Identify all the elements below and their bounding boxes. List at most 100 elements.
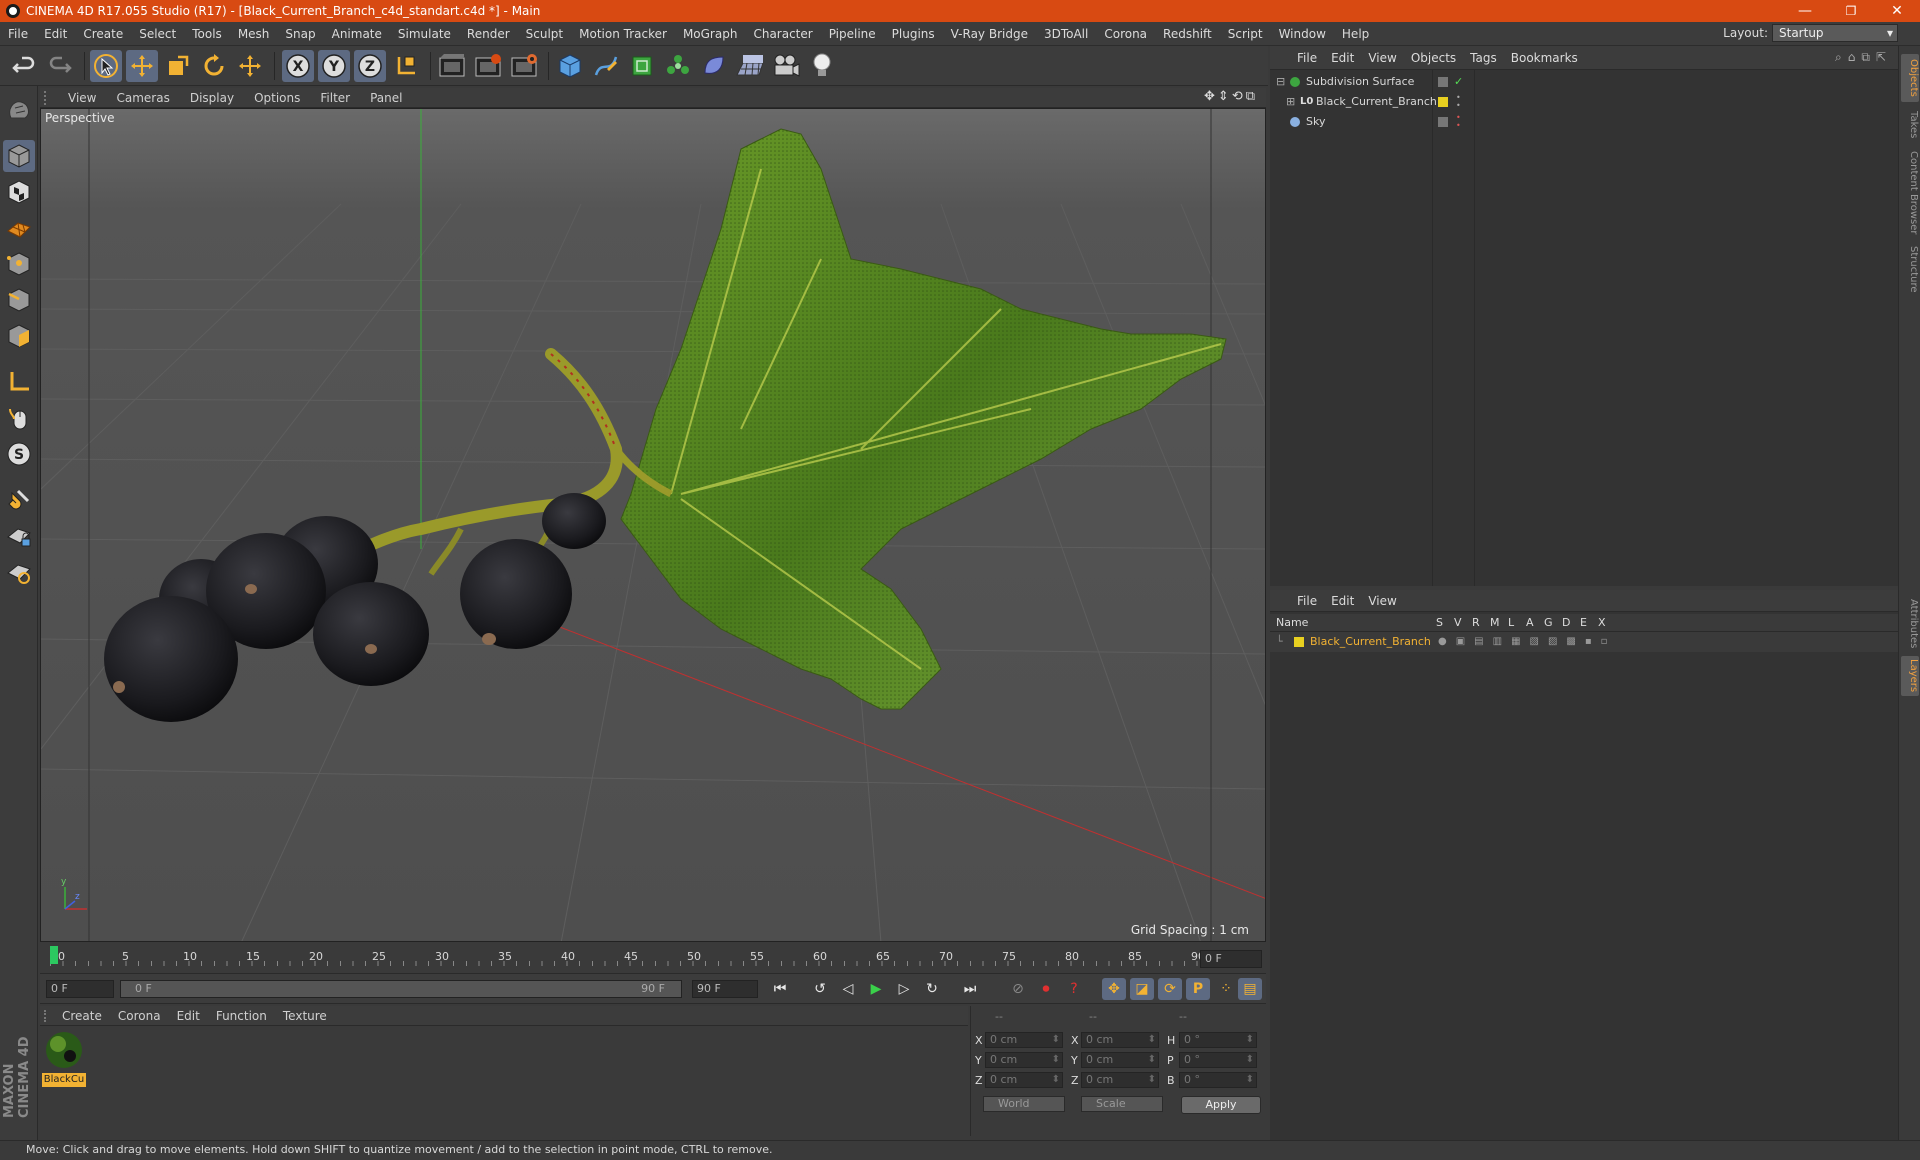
menu-tools[interactable]: Tools [184,27,230,41]
material-menu-corona[interactable]: Corona [110,1009,169,1023]
key-pla-icon[interactable]: ⁘ [1214,978,1238,1000]
perspective-viewport[interactable]: y z Perspective Grid Spacing : 1 cm [40,108,1266,942]
coordinate-system-icon[interactable] [390,50,422,82]
viewport-menu-display[interactable]: Display [180,91,244,105]
tab-structure[interactable]: Structure [1901,244,1919,294]
layers-menu-file[interactable]: File [1290,594,1324,608]
objects-menu-bookmarks[interactable]: Bookmarks [1504,51,1585,65]
object-manager-search-home-icons[interactable]: ⌕⌂⧉⇱ [1835,50,1892,65]
points-mode-icon[interactable] [3,248,35,280]
key-scale-icon[interactable]: ◪ [1130,978,1154,1000]
mograph-cloner-icon[interactable] [662,50,694,82]
menu-mograph[interactable]: MoGraph [675,27,746,41]
render-settings-icon[interactable] [508,50,540,82]
size-mode-dropdown[interactable]: Scale [1081,1096,1163,1112]
floor-environment-icon[interactable] [734,50,766,82]
tweak-mode-icon[interactable] [3,402,35,434]
menu-window[interactable]: Window [1271,27,1334,41]
end-frame-field[interactable]: 90 F [692,980,758,998]
live-selection-icon[interactable] [90,50,122,82]
menu-plugins[interactable]: Plugins [884,27,943,41]
menu-render[interactable]: Render [459,27,518,41]
scale-icon[interactable] [162,50,194,82]
menu-file[interactable]: File [0,27,36,41]
frame-range-slider[interactable]: 0 F 90 F [120,980,682,998]
key-position-icon[interactable]: ✥ [1102,978,1126,1000]
objects-menu-tags[interactable]: Tags [1463,51,1504,65]
rot-p-field[interactable]: 0 ° [1179,1052,1257,1068]
deformer-icon[interactable] [698,50,730,82]
menu-simulate[interactable]: Simulate [390,27,459,41]
key-rotation-icon[interactable]: ⟳ [1158,978,1182,1000]
light-icon[interactable] [806,50,838,82]
objects-menu-file[interactable]: File [1290,51,1324,65]
next-frame-icon[interactable]: ▷ [892,978,916,1000]
viewport-menu-filter[interactable]: Filter [310,91,360,105]
pos-x-field[interactable]: 0 cm [985,1032,1063,1048]
menu-character[interactable]: Character [745,27,820,41]
objects-menu-objects[interactable]: Objects [1404,51,1463,65]
object-row-black-current-branch[interactable]: ⊞ L0 Black_Current_Branch • • [1270,92,1898,112]
tab-attributes[interactable]: Attributes [1901,596,1919,652]
rot-b-field[interactable]: 0 ° [1179,1072,1257,1088]
make-editable-icon[interactable] [3,94,35,126]
texture-mode-icon[interactable] [3,176,35,208]
start-frame-field[interactable]: 0 F [46,980,114,998]
playhead-marker[interactable] [50,946,58,964]
goto-start-icon[interactable]: ⏮ [768,978,792,1000]
timeline-ruler[interactable]: 0 5 10 15 20 25 30 35 40 45 50 55 60 65 … [40,944,1266,974]
record-active-objects-icon[interactable]: ⏺ [1034,978,1058,1000]
menu-snap[interactable]: Snap [277,27,323,41]
locked-workplane-icon[interactable] [3,520,35,552]
object-row-subdivision-surface[interactable]: ⊟ Subdivision Surface ✓ [1270,72,1898,92]
material-menu-texture[interactable]: Texture [275,1009,335,1023]
workplane-mode-icon[interactable] [3,212,35,244]
record-disabled-icon[interactable]: ⊘ [1006,978,1030,1000]
goto-previous-key-icon[interactable]: ↺ [808,978,832,1000]
rotate-icon[interactable] [198,50,230,82]
solo-mode-icon[interactable]: S [3,438,35,470]
goto-next-key-icon[interactable]: ↻ [920,978,944,1000]
snap-magnet-icon[interactable] [3,484,35,516]
material-menu-function[interactable]: Function [208,1009,275,1023]
coordinate-mode-dropdown[interactable]: World [983,1096,1065,1112]
viewport-navigation-icons[interactable]: ✥⇕⟲⧉ [1204,89,1258,104]
rot-h-field[interactable]: 0 ° [1179,1032,1257,1048]
pos-z-field[interactable]: 0 cm [985,1072,1063,1088]
tab-objects[interactable]: Objects [1901,54,1919,102]
key-parameter-icon[interactable]: P [1186,978,1210,1000]
cube-primitive-icon[interactable] [554,50,586,82]
menu-select[interactable]: Select [131,27,184,41]
viewport-menu-view[interactable]: View [58,91,106,105]
material-menu-edit[interactable]: Edit [169,1009,208,1023]
render-view-icon[interactable] [436,50,468,82]
menu-pipeline[interactable]: Pipeline [821,27,884,41]
menu-help[interactable]: Help [1334,27,1377,41]
move-icon[interactable] [126,50,158,82]
viewport-menu-options[interactable]: Options [244,91,310,105]
recent-tool-move-icon[interactable] [234,50,266,82]
menu-vray-bridge[interactable]: V-Ray Bridge [943,27,1036,41]
minimize-button[interactable]: — [1782,0,1828,22]
play-forward-icon[interactable]: ▶ [864,978,888,1000]
previous-frame-icon[interactable]: ◁ [836,978,860,1000]
edges-mode-icon[interactable] [3,284,35,316]
pen-spline-icon[interactable] [590,50,622,82]
material-menu-create[interactable]: Create [54,1009,110,1023]
enabled-check-icon[interactable]: ✓ [1454,72,1463,92]
autokeying-icon[interactable]: ? [1062,978,1086,1000]
pos-y-field[interactable]: 0 cm [985,1052,1063,1068]
menu-redshift[interactable]: Redshift [1155,27,1220,41]
tab-content-browser[interactable]: Content Browser [1901,148,1919,238]
viewport-menu-panel[interactable]: Panel [360,91,412,105]
menu-corona[interactable]: Corona [1096,27,1155,41]
menu-3dtoall[interactable]: 3DToAll [1036,27,1096,41]
render-to-picture-viewer-icon[interactable] [472,50,504,82]
layer-color-swatch[interactable] [1438,97,1448,107]
menu-script[interactable]: Script [1220,27,1271,41]
object-row-sky[interactable]: Sky • • [1270,112,1898,132]
camera-icon[interactable] [770,50,802,82]
goto-end-icon[interactable]: ⏭ [958,978,982,1000]
menu-edit[interactable]: Edit [36,27,75,41]
restore-button[interactable]: ❐ [1828,0,1874,22]
